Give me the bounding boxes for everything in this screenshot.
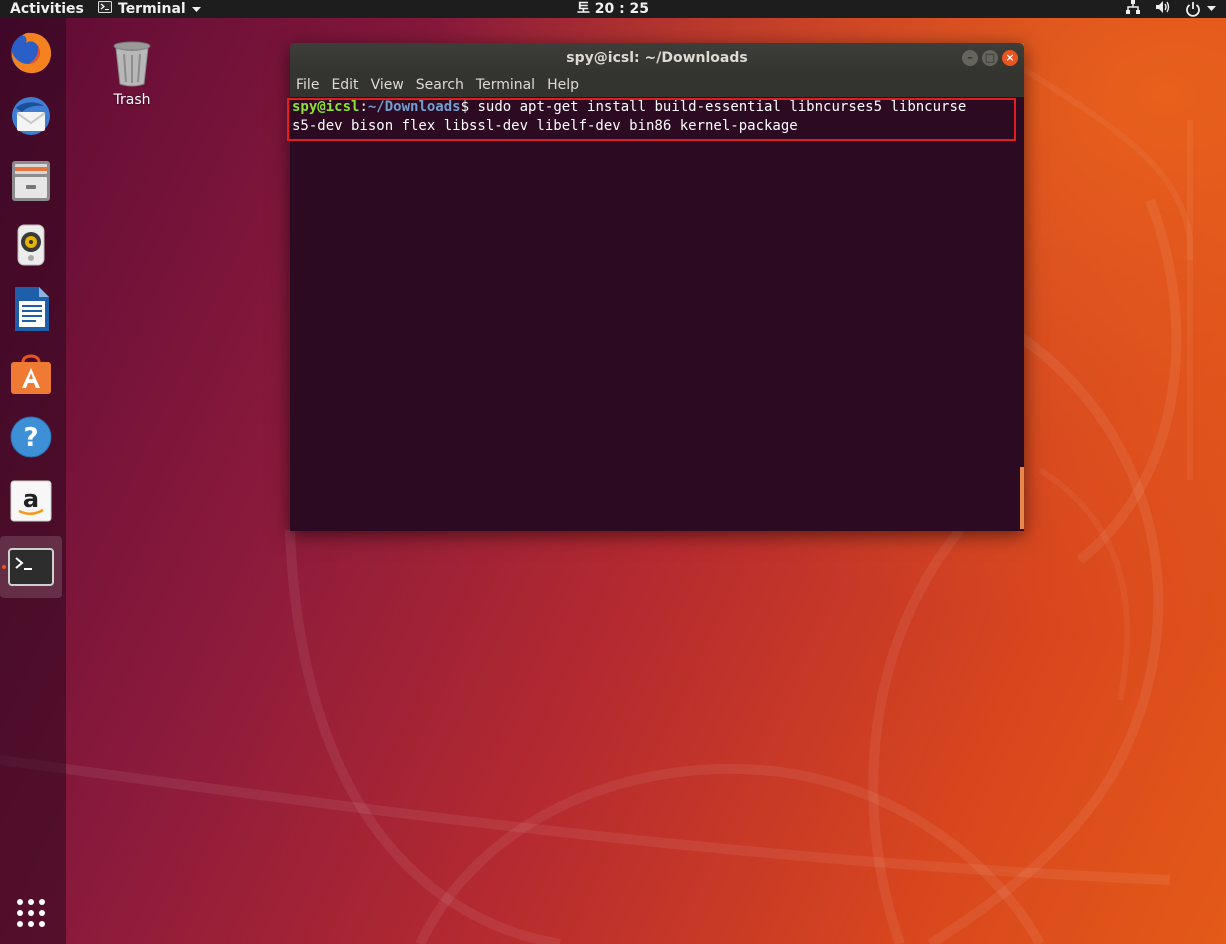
terminal-menubar: File Edit View Search Terminal Help (290, 73, 1024, 97)
dock-files[interactable] (0, 150, 62, 212)
menu-search[interactable]: Search (410, 77, 470, 93)
software-center-icon (11, 354, 51, 394)
amazon-icon: a (10, 480, 52, 522)
rhythmbox-icon (17, 224, 45, 266)
window-title: spy@icsl: ~/Downloads (566, 50, 748, 66)
help-icon: ? (10, 416, 52, 458)
desktop-trash[interactable]: Trash (104, 40, 160, 108)
dock-libreoffice-writer[interactable] (0, 278, 62, 340)
maximize-button[interactable]: □ (982, 50, 998, 66)
terminal-icon (8, 548, 54, 586)
dock-help[interactable]: ? (0, 406, 62, 468)
terminal-output[interactable]: spy@icsl:~/Downloads$ sudo apt-get insta… (290, 97, 1024, 531)
dock-rhythmbox[interactable] (0, 214, 62, 276)
top-panel: Activities Terminal 토 20 : 25 (0, 0, 1226, 18)
caret-down-icon (191, 0, 201, 18)
scrollbar[interactable] (1020, 467, 1024, 529)
minimize-button[interactable]: – (962, 50, 978, 66)
network-icon[interactable] (1125, 0, 1141, 19)
menu-help[interactable]: Help (541, 77, 585, 93)
app-menu-label: Terminal (118, 1, 186, 17)
activities-button[interactable]: Activities (10, 0, 84, 18)
close-icon: × (1005, 51, 1015, 64)
app-menu-button[interactable]: Terminal (98, 0, 201, 18)
dock-firefox[interactable] (0, 22, 62, 84)
clock[interactable]: 토 20 : 25 (577, 1, 649, 17)
window-titlebar[interactable]: spy@icsl: ~/Downloads – □ × (290, 43, 1024, 73)
menu-edit[interactable]: Edit (325, 77, 364, 93)
menu-terminal[interactable]: Terminal (470, 77, 541, 93)
running-indicator (2, 565, 6, 569)
tray-caret-down-icon (1207, 6, 1216, 11)
menu-view[interactable]: View (365, 77, 410, 93)
volume-icon[interactable] (1155, 0, 1171, 19)
maximize-icon: □ (984, 51, 996, 64)
menu-file[interactable]: File (290, 77, 325, 93)
dock-thunderbird[interactable] (0, 86, 62, 148)
trash-icon (113, 41, 151, 87)
dock-terminal[interactable] (0, 536, 62, 598)
svg-text:a: a (23, 485, 39, 513)
minimize-icon: – (967, 51, 973, 64)
show-applications-button[interactable] (0, 882, 62, 944)
power-icon[interactable] (1185, 1, 1216, 17)
close-button[interactable]: × (1002, 50, 1018, 66)
dock: ? a (0, 18, 66, 944)
dock-ubuntu-software[interactable] (0, 342, 62, 404)
thunderbird-icon (12, 97, 50, 135)
terminal-app-icon (98, 0, 112, 18)
svg-text:?: ? (23, 423, 38, 453)
writer-icon (15, 287, 49, 331)
firefox-icon (11, 32, 52, 74)
dock-amazon[interactable]: a (0, 470, 62, 532)
grid-icon (17, 899, 45, 927)
highlight-annotation (287, 98, 1016, 141)
files-icon (12, 161, 50, 201)
trash-label: Trash (113, 92, 151, 108)
